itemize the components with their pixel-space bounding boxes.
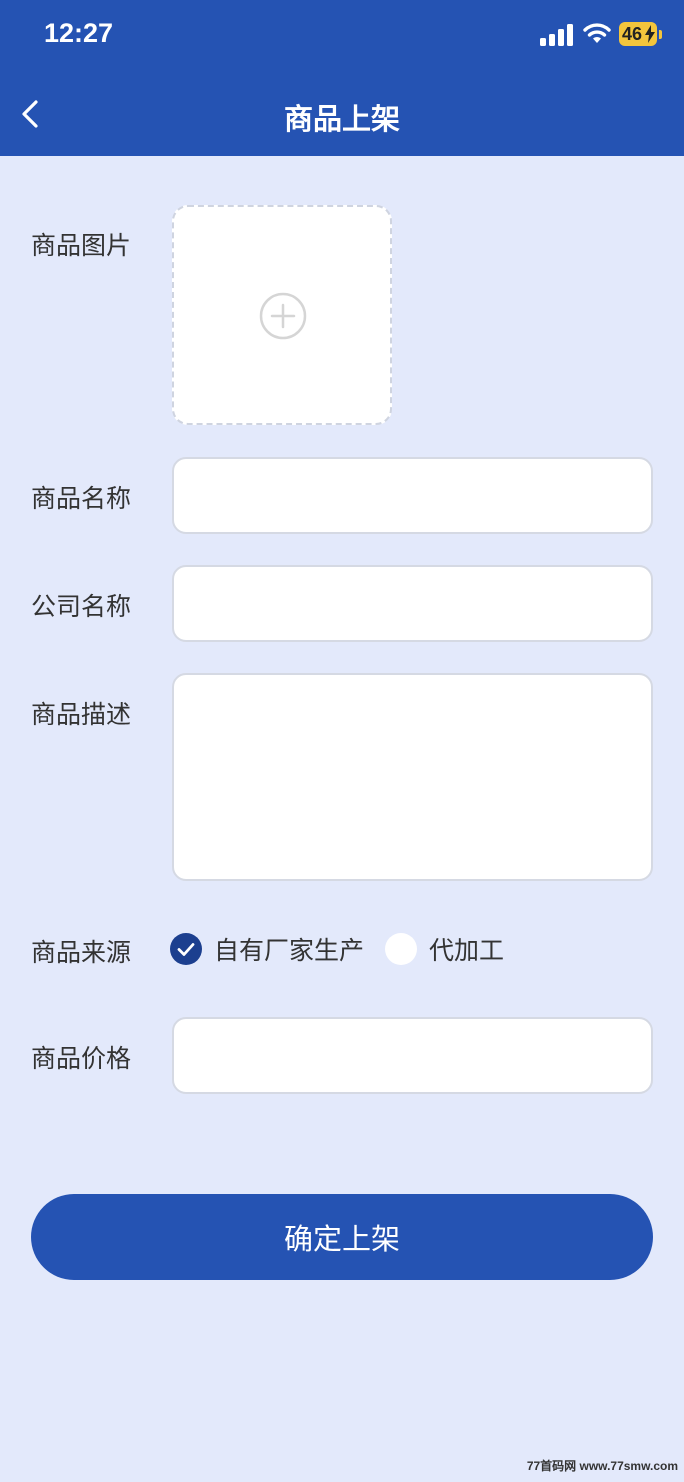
price-label: 商品价格 bbox=[31, 1044, 132, 1073]
confirm-listing-button[interactable]: 确定上架 bbox=[31, 1194, 653, 1280]
source-option-label: 自有厂家生产 bbox=[214, 936, 365, 965]
status-time: 12:27 bbox=[44, 18, 114, 48]
company-name-input[interactable] bbox=[172, 565, 653, 642]
image-upload-button[interactable] bbox=[172, 205, 392, 425]
radio-checked-icon bbox=[170, 933, 202, 965]
wifi-icon bbox=[583, 23, 611, 43]
add-circle-icon bbox=[259, 292, 307, 340]
radio-unchecked-icon bbox=[385, 933, 417, 965]
product-name-input[interactable] bbox=[172, 457, 653, 534]
source-label: 商品来源 bbox=[31, 938, 132, 967]
source-option-oem[interactable]: 代加工 bbox=[385, 932, 504, 966]
top-bar: 12:27 46 商品上架 bbox=[0, 0, 684, 156]
checkmark-icon bbox=[177, 943, 195, 956]
battery-tip bbox=[659, 30, 662, 39]
page-title: 商品上架 bbox=[283, 102, 400, 136]
product-description-textarea[interactable] bbox=[172, 673, 653, 881]
product-price-input[interactable] bbox=[172, 1017, 653, 1094]
company-label: 公司名称 bbox=[31, 592, 132, 621]
battery-level: 46 bbox=[622, 24, 643, 44]
cellular-signal-icon bbox=[540, 24, 573, 46]
watermark: 77首码网 www.77smw.com bbox=[526, 1459, 678, 1473]
source-option-label: 代加工 bbox=[429, 936, 505, 965]
image-label: 商品图片 bbox=[31, 231, 132, 260]
source-option-own-factory[interactable]: 自有厂家生产 bbox=[170, 932, 364, 966]
description-label: 商品描述 bbox=[31, 700, 132, 729]
name-label: 商品名称 bbox=[31, 484, 132, 513]
charging-bolt-icon bbox=[645, 25, 655, 43]
